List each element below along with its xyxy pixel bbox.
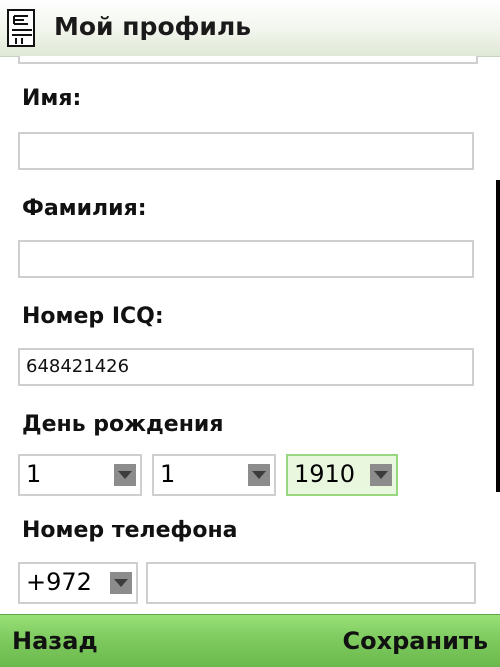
profile-form: Имя: Фамилия: Номер ICQ: 648421426 День …: [0, 56, 500, 614]
page-title: Мой профиль: [54, 12, 252, 41]
last-name-label: Фамилия:: [22, 196, 147, 221]
softkey-bar: Назад Сохранить: [0, 614, 500, 667]
save-button[interactable]: Сохранить: [343, 627, 488, 655]
birthday-year-select[interactable]: 1910: [286, 454, 398, 496]
phonebook-app-icon: [7, 9, 35, 47]
chevron-down-icon: [110, 572, 132, 594]
birthday-label: День рождения: [22, 412, 224, 437]
title-bar: Мой профиль: [0, 0, 500, 57]
scrollbar[interactable]: [496, 180, 500, 492]
birthday-month-select[interactable]: 1: [152, 454, 276, 496]
first-name-label: Имя:: [22, 86, 82, 111]
icq-field[interactable]: 648421426: [18, 348, 474, 386]
birthday-month-value: 1: [160, 460, 176, 488]
phone-label: Номер телефона: [22, 518, 238, 543]
phone-number-field[interactable]: [146, 562, 476, 604]
phone-country-code-select[interactable]: +972: [18, 562, 138, 604]
first-name-field[interactable]: [18, 132, 474, 170]
birthday-year-value: 1910: [294, 460, 356, 488]
chevron-down-icon: [248, 464, 270, 486]
icq-label: Номер ICQ:: [22, 304, 164, 329]
last-name-field[interactable]: [18, 240, 474, 278]
chevron-down-icon: [114, 464, 136, 486]
birthday-day-value: 1: [26, 460, 42, 488]
birthday-day-select[interactable]: 1: [18, 454, 142, 496]
chevron-down-icon: [370, 464, 392, 486]
phone-country-code-value: +972: [26, 568, 92, 596]
back-button[interactable]: Назад: [12, 627, 98, 655]
previous-field-edge[interactable]: [18, 56, 478, 64]
